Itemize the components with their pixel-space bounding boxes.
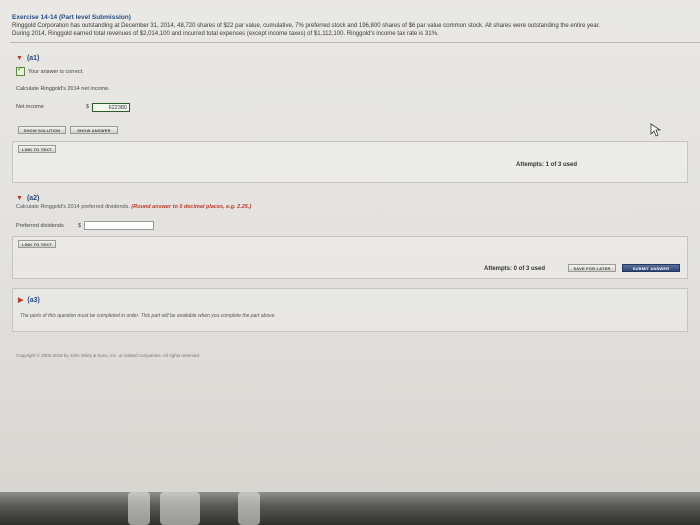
part-a2-header[interactable]: ▼ (a2) [16, 195, 39, 202]
part-a1-label: (a1) [26, 55, 40, 62]
round-hint: (Round answer to 0 decimal places, e.g. … [131, 204, 252, 210]
currency-symbol: $ [86, 104, 90, 110]
expand-triangle-icon[interactable]: ▶ [18, 296, 23, 304]
show-solution-button[interactable]: SHOW SOLUTION [18, 126, 66, 134]
show-answer-button[interactable]: SHOW ANSWER [70, 126, 118, 134]
part-a1-panel [12, 141, 688, 183]
screen: Exercise 14-14 (Part level Submission) R… [0, 0, 700, 500]
checkmark-icon [16, 65, 25, 76]
monitor-bezel [0, 492, 700, 525]
part-a3-label: (a3) [27, 297, 40, 304]
header-divider [10, 42, 700, 43]
exercise-header: Exercise 14-14 (Part level Submission) R… [12, 14, 692, 38]
problem-text-line2: During 2014, Ringgold earned total reven… [12, 31, 439, 37]
correct-message: Your answer is correct. [16, 65, 84, 76]
part-a1-question: Calculate Ringgold's 2014 net income. [16, 86, 110, 92]
save-for-later-button[interactable]: SAVE FOR LATER [568, 264, 616, 272]
part-a3-panel [12, 288, 688, 332]
collapse-triangle-icon[interactable]: ▼ [16, 195, 23, 202]
part-a3-header[interactable]: ▶ (a3) [18, 296, 40, 304]
net-income-input[interactable]: 622380 [92, 103, 130, 112]
reflection [160, 492, 200, 525]
preferred-dividends-label: Preferred dividends [16, 223, 64, 229]
collapse-triangle-icon[interactable]: ▼ [16, 55, 23, 62]
part-a1-header[interactable]: ▼ (a1) [16, 55, 39, 62]
part-a2-label: (a2) [26, 195, 40, 202]
mouse-cursor-icon [650, 123, 661, 137]
attempts-a2: Attempts: 0 of 3 used [484, 266, 546, 272]
currency-symbol: $ [78, 223, 82, 229]
reflection [128, 492, 150, 525]
link-to-text-button-a1[interactable]: LINK TO TEXT [18, 145, 56, 153]
correct-message-text: Your answer is correct. [28, 68, 84, 75]
net-income-label: Net income [16, 104, 44, 110]
exercise-title: Exercise 14-14 (Part level Submission) [12, 14, 131, 21]
problem-text-line1: Ringgold Corporation has outstanding at … [12, 23, 601, 29]
reflection [238, 492, 260, 525]
part-a2-question-text: Calculate Ringgold's 2014 preferred divi… [16, 204, 130, 210]
attempts-a1: Attempts: 1 of 3 used [516, 162, 578, 168]
part-a3-note: The parts of this question must be compl… [20, 313, 276, 319]
copyright-text: Copyright © 2000-2018 by John Wiley & So… [16, 353, 201, 358]
link-to-text-button-a2[interactable]: LINK TO TEXT [18, 240, 56, 248]
submit-answer-button[interactable]: SUBMIT ANSWER [622, 264, 680, 272]
part-a2-question: Calculate Ringgold's 2014 preferred divi… [16, 204, 251, 210]
preferred-dividends-input[interactable] [84, 221, 154, 230]
